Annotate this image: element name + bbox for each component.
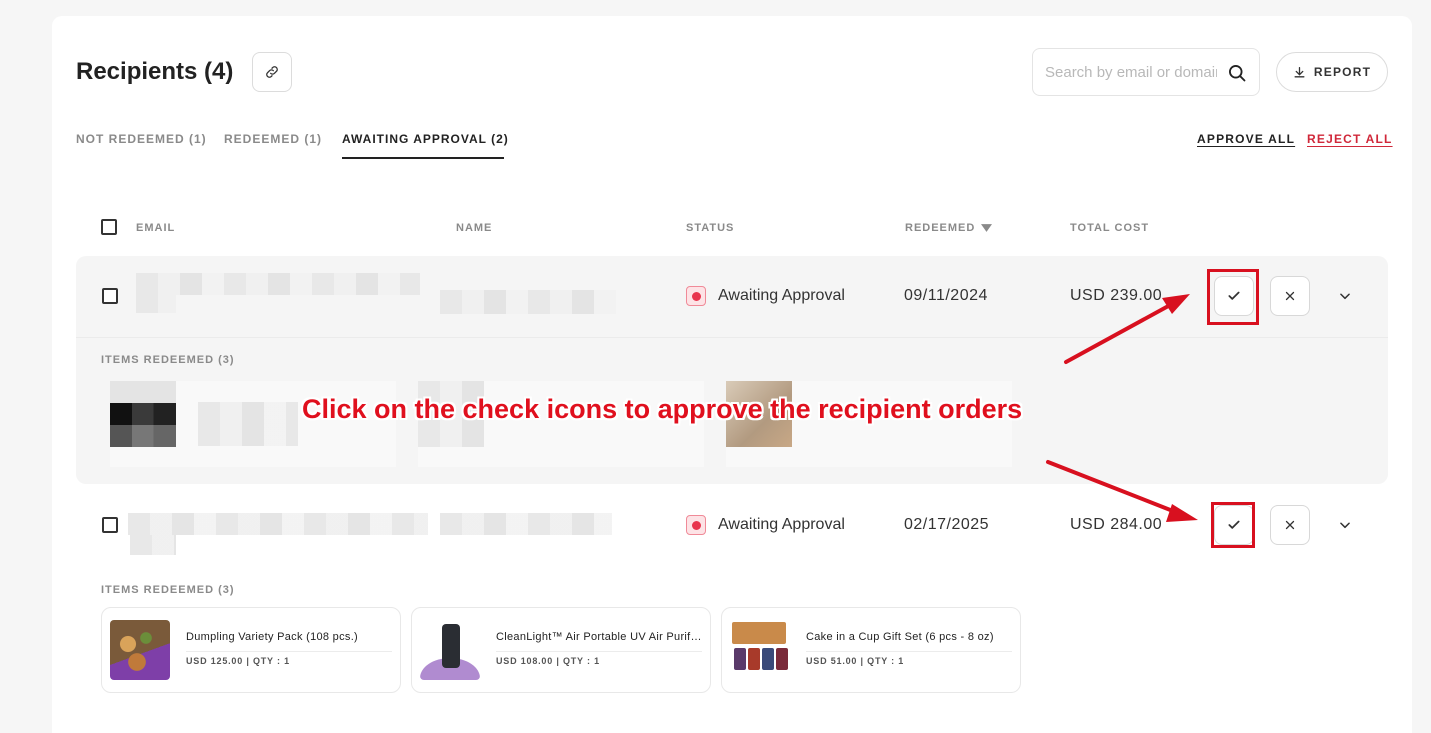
redacted-item-text xyxy=(198,402,298,446)
report-label: REPORT xyxy=(1313,65,1372,79)
reject-button[interactable] xyxy=(1270,505,1310,545)
item-divider xyxy=(496,651,702,652)
column-header-redeemed-label: REDEEMED xyxy=(905,222,976,234)
item-card: Dumpling Variety Pack (108 pcs.) USD 125… xyxy=(101,607,401,693)
reject-all-link[interactable]: REJECT ALL xyxy=(1307,132,1393,146)
status-badge: Awaiting Approval xyxy=(686,515,845,535)
total-cost: USD 239.00 xyxy=(1070,287,1163,304)
total-cost: USD 284.00 xyxy=(1070,516,1163,533)
tab-awaiting-approval[interactable]: AWAITING APPROVAL (2) xyxy=(342,132,509,146)
link-icon xyxy=(266,66,278,78)
row-checkbox[interactable] xyxy=(102,517,118,533)
expand-row-button[interactable] xyxy=(1335,515,1355,535)
redacted-item-image xyxy=(110,381,176,403)
redeemed-date: 02/17/2025 xyxy=(904,516,990,533)
search-icon[interactable] xyxy=(1227,63,1247,83)
active-tab-indicator xyxy=(342,157,504,159)
item-meta: USD 51.00 | QTY : 1 xyxy=(806,656,905,666)
redacted-email xyxy=(128,513,428,535)
chevron-down-icon xyxy=(1340,522,1350,529)
status-dot-icon xyxy=(686,515,706,535)
item-divider xyxy=(186,651,392,652)
column-header-total-cost: TOTAL COST xyxy=(1070,222,1150,234)
status-badge: Awaiting Approval xyxy=(686,286,845,306)
tab-not-redeemed[interactable]: NOT REDEEMED (1) xyxy=(76,132,207,146)
redacted-name xyxy=(440,513,612,535)
close-icon xyxy=(1285,520,1295,530)
row-checkbox[interactable] xyxy=(102,288,118,304)
sort-desc-icon[interactable] xyxy=(981,224,993,232)
items-redeemed-label: ITEMS REDEEMED (3) xyxy=(101,354,235,366)
reject-button[interactable] xyxy=(1270,276,1310,316)
download-icon xyxy=(1294,66,1305,77)
redacted-email xyxy=(136,273,420,295)
page-title: Recipients (4) xyxy=(76,58,234,85)
item-meta: USD 108.00 | QTY : 1 xyxy=(496,656,600,666)
item-card: Cake in a Cup Gift Set (6 pcs - 8 oz) US… xyxy=(721,607,1021,693)
item-card: CleanLight™ Air Portable UV Air Purifier… xyxy=(411,607,711,693)
status-text: Awaiting Approval xyxy=(718,287,845,304)
select-all-checkbox[interactable] xyxy=(101,219,117,235)
air-purifier-image xyxy=(420,620,480,680)
item-name: Dumpling Variety Pack (108 pcs.) xyxy=(186,631,359,643)
item-name: Cake in a Cup Gift Set (6 pcs - 8 oz) xyxy=(806,631,994,643)
item-name: CleanLight™ Air Portable UV Air Purifier xyxy=(496,631,702,643)
status-text: Awaiting Approval xyxy=(718,516,845,533)
redacted-email-fragment xyxy=(136,295,176,313)
redeemed-date: 09/11/2024 xyxy=(904,287,988,304)
close-icon xyxy=(1285,291,1295,301)
collapse-row-button[interactable] xyxy=(1335,286,1355,306)
redacted-item-image xyxy=(110,403,176,425)
tab-redeemed[interactable]: REDEEMED (1) xyxy=(224,132,322,146)
column-header-status: STATUS xyxy=(686,222,735,234)
redacted-item-image xyxy=(110,425,176,447)
search-box[interactable] xyxy=(1032,48,1260,96)
column-header-name: NAME xyxy=(456,222,493,234)
approve-all-link[interactable]: APPROVE ALL xyxy=(1197,132,1295,146)
item-divider xyxy=(806,651,1012,652)
row-divider xyxy=(76,337,1388,338)
approve-button-highlight xyxy=(1207,269,1259,325)
status-dot-icon xyxy=(686,286,706,306)
redacted-name xyxy=(440,290,616,314)
item-meta: USD 125.00 | QTY : 1 xyxy=(186,656,290,666)
report-button[interactable]: REPORT xyxy=(1276,52,1388,92)
tutorial-annotation: Click on the check icons to approve the … xyxy=(302,394,1023,424)
redacted-email-fragment xyxy=(130,535,176,555)
approve-button-highlight xyxy=(1211,502,1255,548)
column-header-redeemed[interactable]: REDEEMED xyxy=(905,222,993,234)
cake-gift-set-image xyxy=(730,620,790,680)
chevron-down-icon xyxy=(1340,293,1350,300)
dumpling-image xyxy=(110,620,170,680)
search-input[interactable] xyxy=(1045,63,1217,81)
column-header-email: EMAIL xyxy=(136,222,176,234)
copy-link-button[interactable] xyxy=(252,52,292,92)
items-redeemed-label: ITEMS REDEEMED (3) xyxy=(101,584,235,596)
